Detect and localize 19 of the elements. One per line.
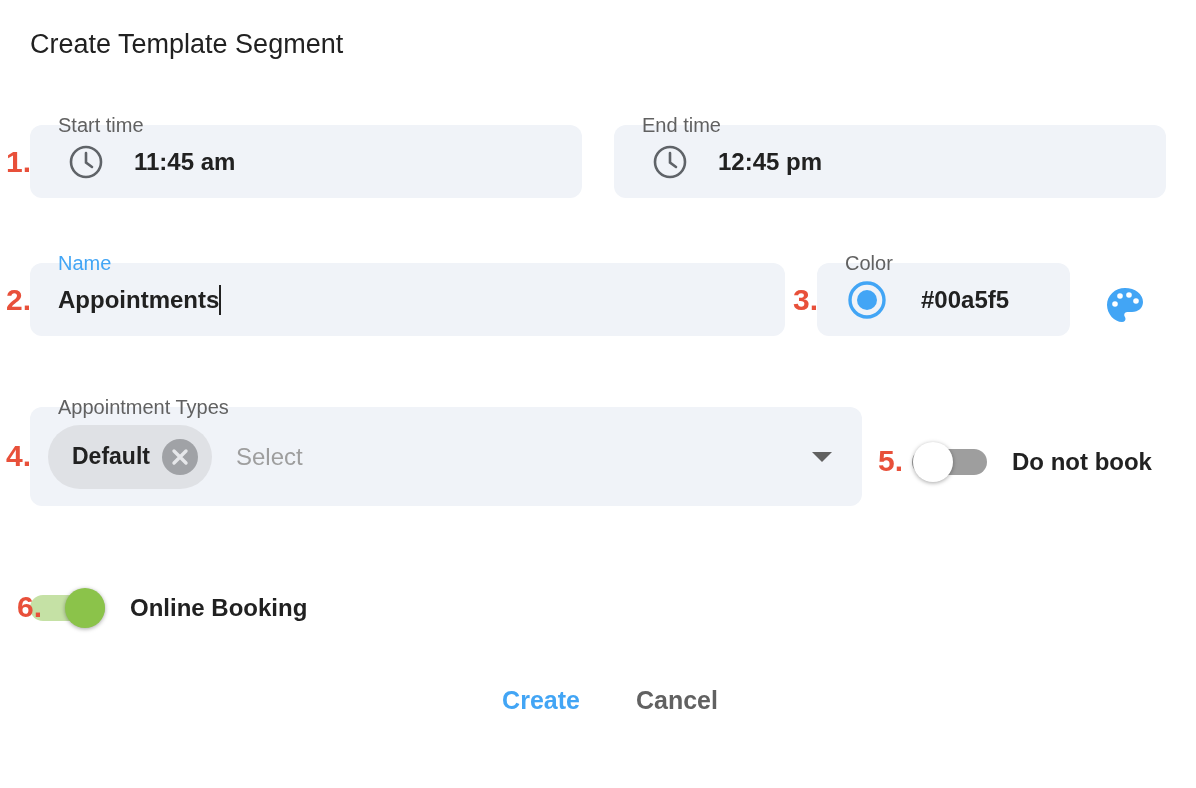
radio-icon bbox=[847, 279, 887, 320]
annotation-number: 1. bbox=[6, 145, 32, 179]
clock-icon bbox=[652, 143, 688, 180]
dialog-button[interactable]: Cancel bbox=[623, 678, 730, 723]
annotation-number: 2. bbox=[6, 283, 32, 317]
clock-icon bbox=[68, 143, 104, 180]
chip[interactable]: Default bbox=[48, 424, 212, 489]
toggle-label: Online Booking bbox=[130, 594, 308, 622]
annotation-number: 5. bbox=[878, 444, 904, 478]
annotation-number: 3. bbox=[793, 283, 819, 317]
dropdown-arrow-icon[interactable] bbox=[812, 451, 832, 462]
toggle-label: Do not book bbox=[1012, 448, 1152, 476]
toggle-switch[interactable] bbox=[912, 442, 987, 482]
palette-icon[interactable] bbox=[1106, 287, 1144, 323]
text-cursor bbox=[219, 284, 222, 315]
remove-icon[interactable] bbox=[161, 438, 198, 475]
annotation-number: 6. bbox=[17, 590, 43, 624]
dialog-title: Create Template Segment bbox=[30, 28, 345, 61]
annotation-number: 4. bbox=[6, 439, 32, 473]
